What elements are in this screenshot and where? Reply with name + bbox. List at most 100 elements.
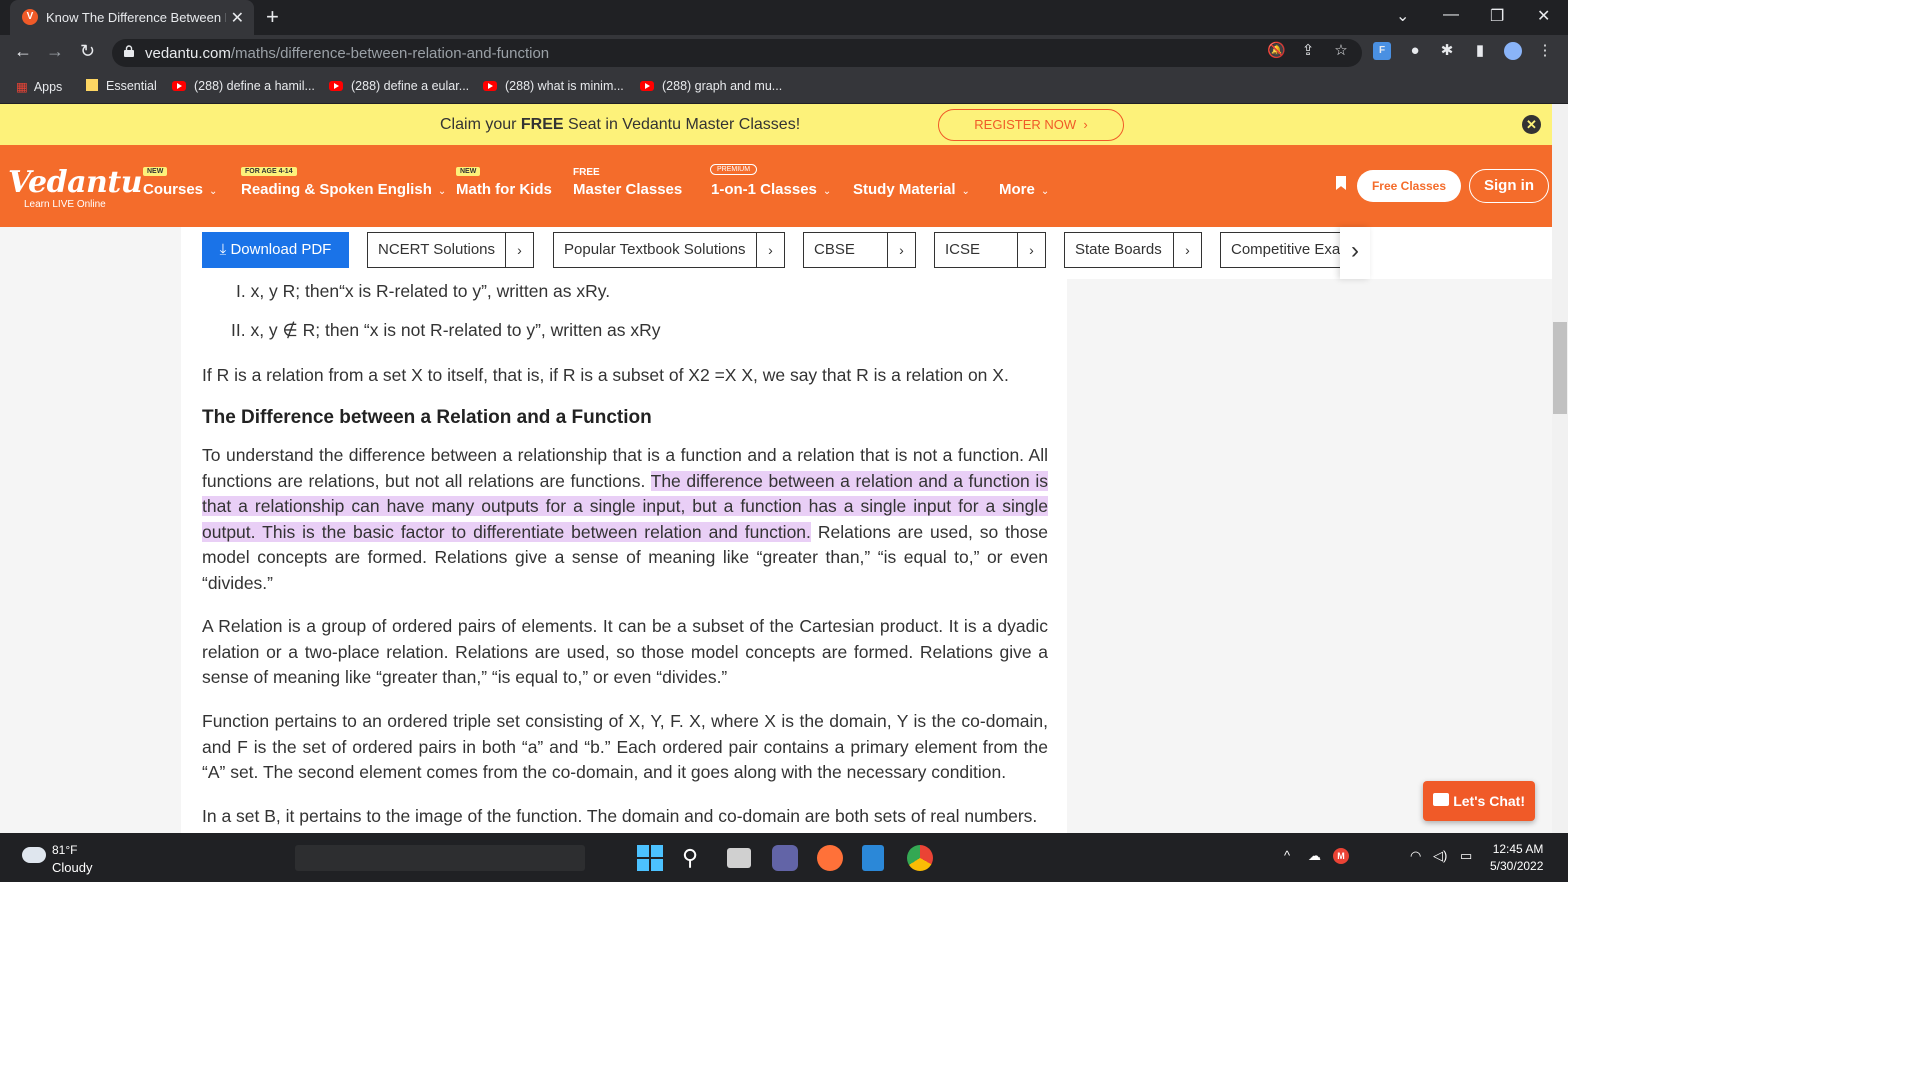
url-text: vedantu.com/maths/difference-between-rel… (145, 45, 550, 62)
lets-chat-button[interactable]: Let's Chat! (1423, 781, 1535, 821)
paragraph-1: If R is a relation from a set X to itsel… (202, 365, 1009, 385)
sign-in-button[interactable]: Sign in (1469, 169, 1549, 203)
list-item-1: I. x, y R; then“x is R-related to y”, wr… (236, 281, 611, 301)
register-now-button[interactable]: REGISTER NOW › (938, 109, 1124, 141)
pill-state-boards[interactable]: State Boards › (1064, 232, 1202, 268)
close-window-icon[interactable]: ✕ (1537, 6, 1550, 26)
folder-icon (86, 79, 98, 91)
notifications-off-icon[interactable]: 🔕 (1267, 42, 1286, 60)
minimize-icon[interactable]: — (1443, 6, 1459, 24)
notepad-icon[interactable] (862, 845, 884, 871)
start-windows-icon[interactable] (637, 845, 663, 871)
teams-chat-icon[interactable] (772, 845, 798, 871)
close-tab-icon[interactable]: ✕ (231, 8, 244, 28)
pill-popular-textbook-solutions[interactable]: Popular Textbook Solutions › (553, 232, 785, 268)
ime-toolbar[interactable] (295, 845, 585, 871)
bookmark-youtube-2[interactable]: (288) define a eular... (329, 79, 469, 93)
volume-icon[interactable]: ◁) (1433, 848, 1447, 864)
browser-tab[interactable]: V Know The Difference Between Re ✕ (10, 0, 254, 35)
nav-more[interactable]: More ⌄ (999, 181, 1049, 198)
youtube-icon (640, 81, 654, 91)
page-scrollbar[interactable] (1552, 104, 1568, 833)
nav-reading-spoken-english[interactable]: Reading & Spoken English ⌄ (241, 181, 446, 198)
apps-grid-icon: ▦ (16, 80, 28, 94)
download-icon: ⤓ (219, 241, 231, 258)
youtube-icon (329, 81, 343, 91)
search-icon[interactable]: ⚲ (682, 845, 708, 871)
back-icon[interactable]: ← (14, 41, 32, 62)
wifi-icon[interactable]: ◠ (1410, 848, 1421, 864)
pill-ncert-solutions[interactable]: NCERT Solutions › (367, 232, 534, 268)
right-sidebar (1067, 279, 1552, 833)
bookmark-youtube-3[interactable]: (288) what is minim... (483, 79, 624, 93)
battery-icon[interactable]: ▭ (1460, 848, 1472, 864)
cloud-weather-icon (22, 847, 46, 863)
new-tab-icon[interactable]: + (266, 4, 279, 30)
youtube-icon (172, 81, 186, 91)
pill-cbse[interactable]: CBSE › (803, 232, 916, 268)
chevron-down-icon: ⌄ (209, 186, 218, 197)
tab-search-icon[interactable]: ⌄ (1396, 6, 1409, 26)
system-clock[interactable]: 12:45 AM 5/30/2022 (1490, 841, 1543, 875)
chevron-right-icon[interactable]: › (756, 233, 784, 267)
bookmark-apps[interactable]: ▦ Apps (16, 79, 62, 94)
nav-math-for-kids[interactable]: Math for Kids (456, 181, 552, 198)
badge-new: NEW (456, 167, 481, 176)
list-item-2: II. x, y ∉ R; then “x is not R-related t… (231, 320, 661, 340)
bookmark-youtube-4[interactable]: (288) graph and mu... (640, 79, 782, 93)
menu-kebab-icon[interactable]: ⋮ (1536, 42, 1554, 60)
lock-icon (124, 45, 134, 57)
badge-premium: PREMIUM (710, 164, 758, 175)
chevron-right-icon[interactable]: › (505, 233, 533, 267)
chevron-down-icon: ⌄ (822, 186, 832, 197)
side-panel-icon[interactable]: ▮ (1471, 42, 1489, 60)
category-pill-row: ⤓ Download PDF NCERT Solutions › Popular … (0, 227, 1370, 279)
chevron-down-icon: ⌄ (437, 186, 447, 197)
reload-icon[interactable]: ↻ (80, 41, 95, 62)
scroll-right-arrow-icon[interactable]: › (1340, 227, 1370, 279)
pill-icse[interactable]: ICSE › (934, 232, 1046, 268)
task-view-icon[interactable] (727, 848, 751, 868)
gmail-icon[interactable]: M (1333, 848, 1349, 864)
scrollbar-thumb[interactable] (1553, 322, 1567, 414)
paragraph-4: Function pertains to an ordered triple s… (202, 711, 1048, 782)
weather-widget[interactable]: 81°F Cloudy (52, 842, 92, 876)
chevron-right-icon[interactable]: › (1017, 233, 1045, 267)
bookmark-icon[interactable] (1336, 176, 1346, 190)
close-promo-icon[interactable]: ✕ (1522, 115, 1541, 134)
vedantu-logo[interactable]: Vedantu (8, 165, 143, 200)
extension-circle-icon[interactable]: ● (1406, 42, 1424, 60)
restore-icon[interactable]: ❐ (1490, 6, 1504, 26)
extension-f-icon[interactable]: F (1373, 42, 1391, 60)
nav-study-material[interactable]: Study Material ⌄ (853, 181, 970, 198)
article-content: I. x, y R; then“x is R-related to y”, wr… (181, 279, 1067, 833)
forward-icon[interactable]: → (46, 41, 64, 62)
onedrive-icon[interactable]: ☁ (1308, 848, 1321, 864)
firefox-icon[interactable] (817, 845, 843, 871)
chevron-right-icon[interactable]: › (887, 233, 915, 267)
nav-courses[interactable]: Courses ⌄ (143, 181, 217, 198)
bookmarks-bar: ▦ Apps Essential (288) define a hamil... … (0, 71, 1568, 104)
chrome-icon[interactable] (907, 845, 933, 871)
chevron-down-icon: ⌄ (1040, 186, 1050, 197)
share-icon[interactable]: ⇪ (1299, 42, 1317, 60)
windows-taskbar: 81°F Cloudy ⚲ ^ ☁ M ◠ ◁) ▭ 12:45 AM 5/30/2… (0, 833, 1568, 882)
chevron-up-icon[interactable]: ^ (1284, 848, 1290, 863)
chevron-right-icon[interactable]: › (1173, 233, 1201, 267)
profile-avatar[interactable] (1504, 42, 1522, 60)
bookmark-youtube-1[interactable]: (288) define a hamil... (172, 79, 315, 93)
download-pdf-button[interactable]: ⤓ Download PDF (202, 232, 349, 268)
logo-tagline: Learn LIVE Online (24, 199, 106, 210)
nav-1on1-classes[interactable]: 1-on-1 Classes ⌄ (711, 181, 831, 198)
chat-bubble-icon (1433, 793, 1449, 806)
free-classes-button[interactable]: Free Classes (1357, 170, 1461, 202)
nav-master-classes[interactable]: Master Classes (573, 181, 682, 198)
promo-banner: Claim your FREE Seat in Vedantu Master C… (0, 104, 1552, 145)
extensions-puzzle-icon[interactable]: ✱ (1438, 42, 1456, 60)
youtube-icon (483, 81, 497, 91)
bookmark-essential[interactable]: Essential (86, 79, 157, 93)
section-heading: The Difference between a Relation and a … (202, 407, 652, 428)
bookmark-star-icon[interactable]: ☆ (1332, 42, 1350, 60)
badge-age: FOR AGE 4-14 (241, 167, 297, 176)
url-bar[interactable]: vedantu.com/maths/difference-between-rel… (112, 39, 1362, 67)
